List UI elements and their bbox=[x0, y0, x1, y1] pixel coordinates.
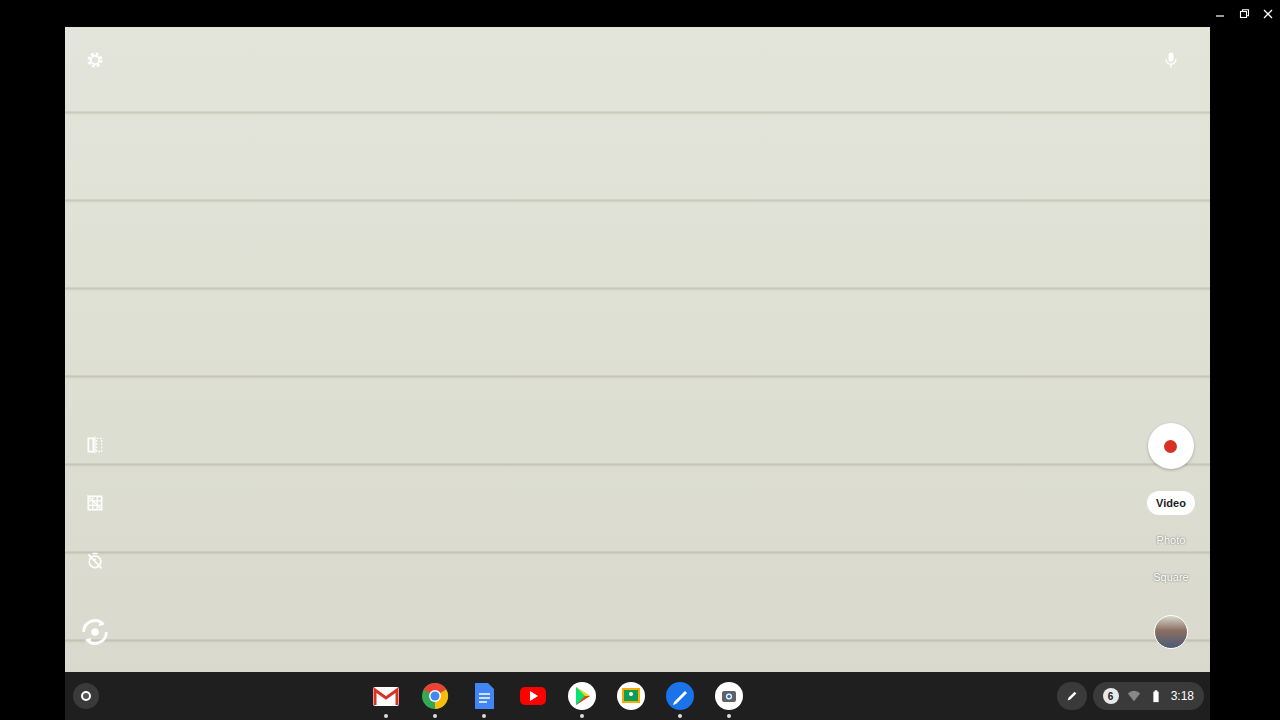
screen: Video Photo Square 6 3:18 bbox=[0, 0, 1280, 720]
gallery-thumbnail[interactable] bbox=[1154, 615, 1188, 649]
camera-preview: Video Photo Square bbox=[65, 27, 1210, 672]
mode-option[interactable]: Video bbox=[1147, 491, 1195, 515]
chrome-icon bbox=[420, 681, 450, 711]
timer-icon[interactable] bbox=[85, 551, 105, 571]
gmail-icon bbox=[371, 681, 401, 711]
shelf-app[interactable] bbox=[714, 674, 744, 718]
running-indicator bbox=[678, 714, 682, 718]
left-toolbar bbox=[65, 27, 125, 672]
mode-option[interactable]: Photo bbox=[1148, 528, 1195, 552]
launcher-button[interactable] bbox=[73, 683, 99, 709]
shelf: 6 3:18 bbox=[65, 672, 1210, 720]
right-toolbar: Video Photo Square bbox=[1132, 27, 1210, 672]
wifi-icon bbox=[1127, 689, 1141, 703]
shelf-app[interactable] bbox=[567, 674, 597, 718]
stylus-button[interactable] bbox=[1057, 682, 1087, 710]
title-bar bbox=[0, 0, 1280, 27]
youtube-icon bbox=[518, 681, 548, 711]
shelf-app[interactable] bbox=[469, 674, 499, 718]
stylus-icon bbox=[1065, 689, 1079, 703]
docs-icon bbox=[469, 681, 499, 711]
notification-count: 6 bbox=[1103, 688, 1119, 704]
running-indicator bbox=[580, 714, 584, 718]
record-button[interactable] bbox=[1148, 423, 1194, 469]
right-margin bbox=[1210, 27, 1280, 720]
microphone-icon[interactable] bbox=[1161, 50, 1181, 70]
battery-icon bbox=[1149, 689, 1163, 703]
shelf-app[interactable] bbox=[371, 674, 401, 718]
mode-option[interactable]: Square bbox=[1144, 565, 1197, 589]
status-area[interactable]: 6 3:18 bbox=[1093, 682, 1204, 710]
running-indicator bbox=[727, 714, 731, 718]
minimize-icon[interactable] bbox=[1214, 8, 1226, 20]
canvas-icon bbox=[665, 681, 695, 711]
maximize-icon[interactable] bbox=[1238, 8, 1250, 20]
play-icon bbox=[567, 681, 597, 711]
shelf-app[interactable] bbox=[665, 674, 695, 718]
launcher-icon bbox=[81, 691, 91, 701]
shelf-app[interactable] bbox=[616, 674, 646, 718]
clock: 3:18 bbox=[1171, 689, 1194, 703]
gear-icon[interactable] bbox=[85, 50, 105, 70]
running-indicator bbox=[433, 714, 437, 718]
video-frame bbox=[65, 27, 1210, 672]
switch-camera-icon[interactable] bbox=[78, 615, 112, 649]
status-tray: 6 3:18 bbox=[1057, 682, 1204, 710]
mode-selector: Video Photo Square bbox=[1144, 491, 1197, 589]
close-icon[interactable] bbox=[1262, 8, 1274, 20]
app-list bbox=[99, 674, 1057, 718]
record-dot bbox=[1164, 440, 1177, 453]
shelf-app[interactable] bbox=[518, 674, 548, 718]
mirror-icon[interactable] bbox=[85, 435, 105, 455]
left-margin bbox=[0, 27, 65, 720]
running-indicator bbox=[482, 714, 486, 718]
running-indicator bbox=[384, 714, 388, 718]
grid-icon[interactable] bbox=[85, 493, 105, 513]
classroom-icon bbox=[616, 681, 646, 711]
camera-icon bbox=[714, 681, 744, 711]
shelf-app[interactable] bbox=[420, 674, 450, 718]
